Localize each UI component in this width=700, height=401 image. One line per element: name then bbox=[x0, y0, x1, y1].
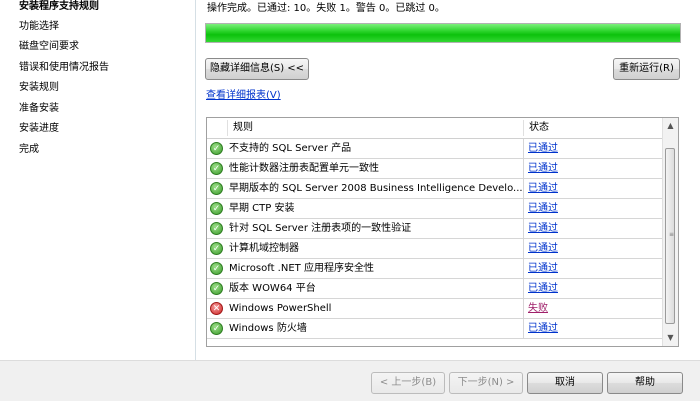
sidebar-item-complete[interactable]: 完成 bbox=[19, 142, 39, 158]
rule-status-link[interactable]: 已通过 bbox=[528, 199, 558, 218]
rule-name: Windows PowerShell bbox=[229, 303, 332, 314]
rules-grid: 规则 状态 ✓ 不支持的 SQL Server 产品 已通过 ✓ 性能计数器注册… bbox=[206, 117, 679, 347]
scrollbar-thumb[interactable]: ≡ bbox=[665, 148, 675, 324]
footer-bar: < 上一步(B) 下一步(N) > 取消 帮助 bbox=[0, 360, 700, 401]
scroll-down-arrow-icon[interactable]: ▼ bbox=[663, 330, 678, 346]
table-row[interactable]: ✓ 早期版本的 SQL Server 2008 Business Intelli… bbox=[207, 179, 662, 199]
help-button[interactable]: 帮助 bbox=[607, 372, 683, 394]
rule-name: Windows 防火墙 bbox=[229, 323, 307, 334]
rule-status-link[interactable]: 已通过 bbox=[528, 319, 558, 338]
table-row[interactable]: ✓ 计算机域控制器 已通过 bbox=[207, 239, 662, 259]
rule-name: Microsoft .NET 应用程序安全性 bbox=[229, 263, 374, 274]
rule-status-link[interactable]: 已通过 bbox=[528, 239, 558, 258]
table-row[interactable]: ✓ 版本 WOW64 平台 已通过 bbox=[207, 279, 662, 299]
rule-name: 早期 CTP 安装 bbox=[229, 203, 295, 214]
check-icon: ✓ bbox=[210, 262, 223, 275]
check-icon: ✓ bbox=[210, 222, 223, 235]
grid-header: 规则 状态 bbox=[207, 118, 662, 139]
table-row[interactable]: ✓ Microsoft .NET 应用程序安全性 已通过 bbox=[207, 259, 662, 279]
rule-status-link[interactable]: 已通过 bbox=[528, 259, 558, 278]
rerun-button[interactable]: 重新运行(R) bbox=[613, 58, 680, 80]
table-row[interactable]: ✓ 不支持的 SQL Server 产品 已通过 bbox=[207, 139, 662, 159]
table-row[interactable]: ✓ 针对 SQL Server 注册表项的一致性验证 已通过 bbox=[207, 219, 662, 239]
cancel-button[interactable]: 取消 bbox=[527, 372, 603, 394]
next-button[interactable]: 下一步(N) > bbox=[449, 372, 523, 394]
sidebar-item-install-rules[interactable]: 安装规则 bbox=[19, 80, 59, 96]
rule-name: 性能计数器注册表配置单元一致性 bbox=[229, 163, 379, 174]
table-row[interactable]: ✓ 性能计数器注册表配置单元一致性 已通过 bbox=[207, 159, 662, 179]
table-row[interactable]: ✕ Windows PowerShell 失败 bbox=[207, 299, 662, 319]
rule-name: 早期版本的 SQL Server 2008 Business Intellige… bbox=[229, 183, 522, 194]
progress-bar-fill bbox=[206, 24, 680, 42]
rule-name: 版本 WOW64 平台 bbox=[229, 283, 316, 294]
header-separator bbox=[523, 120, 524, 136]
column-header-rule[interactable]: 规则 bbox=[233, 118, 253, 138]
header-separator bbox=[227, 120, 228, 136]
vertical-scrollbar[interactable]: ▲ ≡ ▼ bbox=[662, 118, 678, 346]
check-icon: ✓ bbox=[210, 202, 223, 215]
check-icon: ✓ bbox=[210, 322, 223, 335]
column-separator bbox=[523, 159, 524, 178]
main-panel: 操作完成。已通过: 10。失败 1。警告 0。已跳过 0。 隐藏详细信息(S) … bbox=[196, 0, 700, 360]
column-header-status[interactable]: 状态 bbox=[529, 118, 549, 138]
check-icon: ✓ bbox=[210, 182, 223, 195]
rule-status-link[interactable]: 已通过 bbox=[528, 139, 558, 158]
error-icon: ✕ bbox=[210, 302, 223, 315]
column-separator bbox=[523, 199, 524, 218]
check-icon: ✓ bbox=[210, 242, 223, 255]
check-icon: ✓ bbox=[210, 142, 223, 155]
rule-status-link[interactable]: 已通过 bbox=[528, 219, 558, 238]
rule-status-link[interactable]: 已通过 bbox=[528, 179, 558, 198]
view-report-link[interactable]: 查看详细报表(V) bbox=[206, 86, 281, 101]
sidebar-item-error-reporting[interactable]: 错误和使用情况报告 bbox=[19, 60, 109, 76]
column-separator bbox=[523, 299, 524, 318]
table-row[interactable]: ✓ 早期 CTP 安装 已通过 bbox=[207, 199, 662, 219]
column-separator bbox=[523, 319, 524, 338]
sidebar-item-ready-to-install[interactable]: 准备安装 bbox=[19, 101, 59, 117]
rule-name: 针对 SQL Server 注册表项的一致性验证 bbox=[229, 223, 412, 234]
rule-name: 不支持的 SQL Server 产品 bbox=[229, 143, 352, 154]
sidebar-item-install-progress[interactable]: 安装进度 bbox=[19, 121, 59, 137]
scroll-up-arrow-icon[interactable]: ▲ bbox=[663, 118, 678, 134]
sidebar-item-feature-selection[interactable]: 功能选择 bbox=[19, 19, 59, 35]
column-separator bbox=[523, 239, 524, 258]
check-icon: ✓ bbox=[210, 282, 223, 295]
column-separator bbox=[523, 259, 524, 278]
back-button[interactable]: < 上一步(B) bbox=[371, 372, 445, 394]
sidebar-item-disk-space[interactable]: 磁盘空间要求 bbox=[19, 39, 79, 55]
rule-status-link[interactable]: 已通过 bbox=[528, 159, 558, 178]
column-separator bbox=[523, 219, 524, 238]
sidebar-nav: 安装程序支持规则 功能选择 磁盘空间要求 错误和使用情况报告 安装规则 准备安装… bbox=[0, 0, 196, 360]
column-separator bbox=[523, 279, 524, 298]
progress-bar bbox=[205, 23, 681, 43]
hide-details-button[interactable]: 隐藏详细信息(S) << bbox=[205, 58, 309, 80]
rule-status-link[interactable]: 失败 bbox=[528, 299, 548, 318]
column-separator bbox=[523, 179, 524, 198]
operation-status-text: 操作完成。已通过: 10。失败 1。警告 0。已跳过 0。 bbox=[207, 3, 445, 14]
check-icon: ✓ bbox=[210, 162, 223, 175]
rule-name: 计算机域控制器 bbox=[229, 243, 299, 254]
grip-icon: ≡ bbox=[669, 231, 675, 238]
rule-status-link[interactable]: 已通过 bbox=[528, 279, 558, 298]
sidebar-item-setup-support-rules[interactable]: 安装程序支持规则 bbox=[19, 0, 99, 15]
column-separator bbox=[523, 139, 524, 158]
table-row[interactable]: ✓ Windows 防火墙 已通过 bbox=[207, 319, 662, 339]
